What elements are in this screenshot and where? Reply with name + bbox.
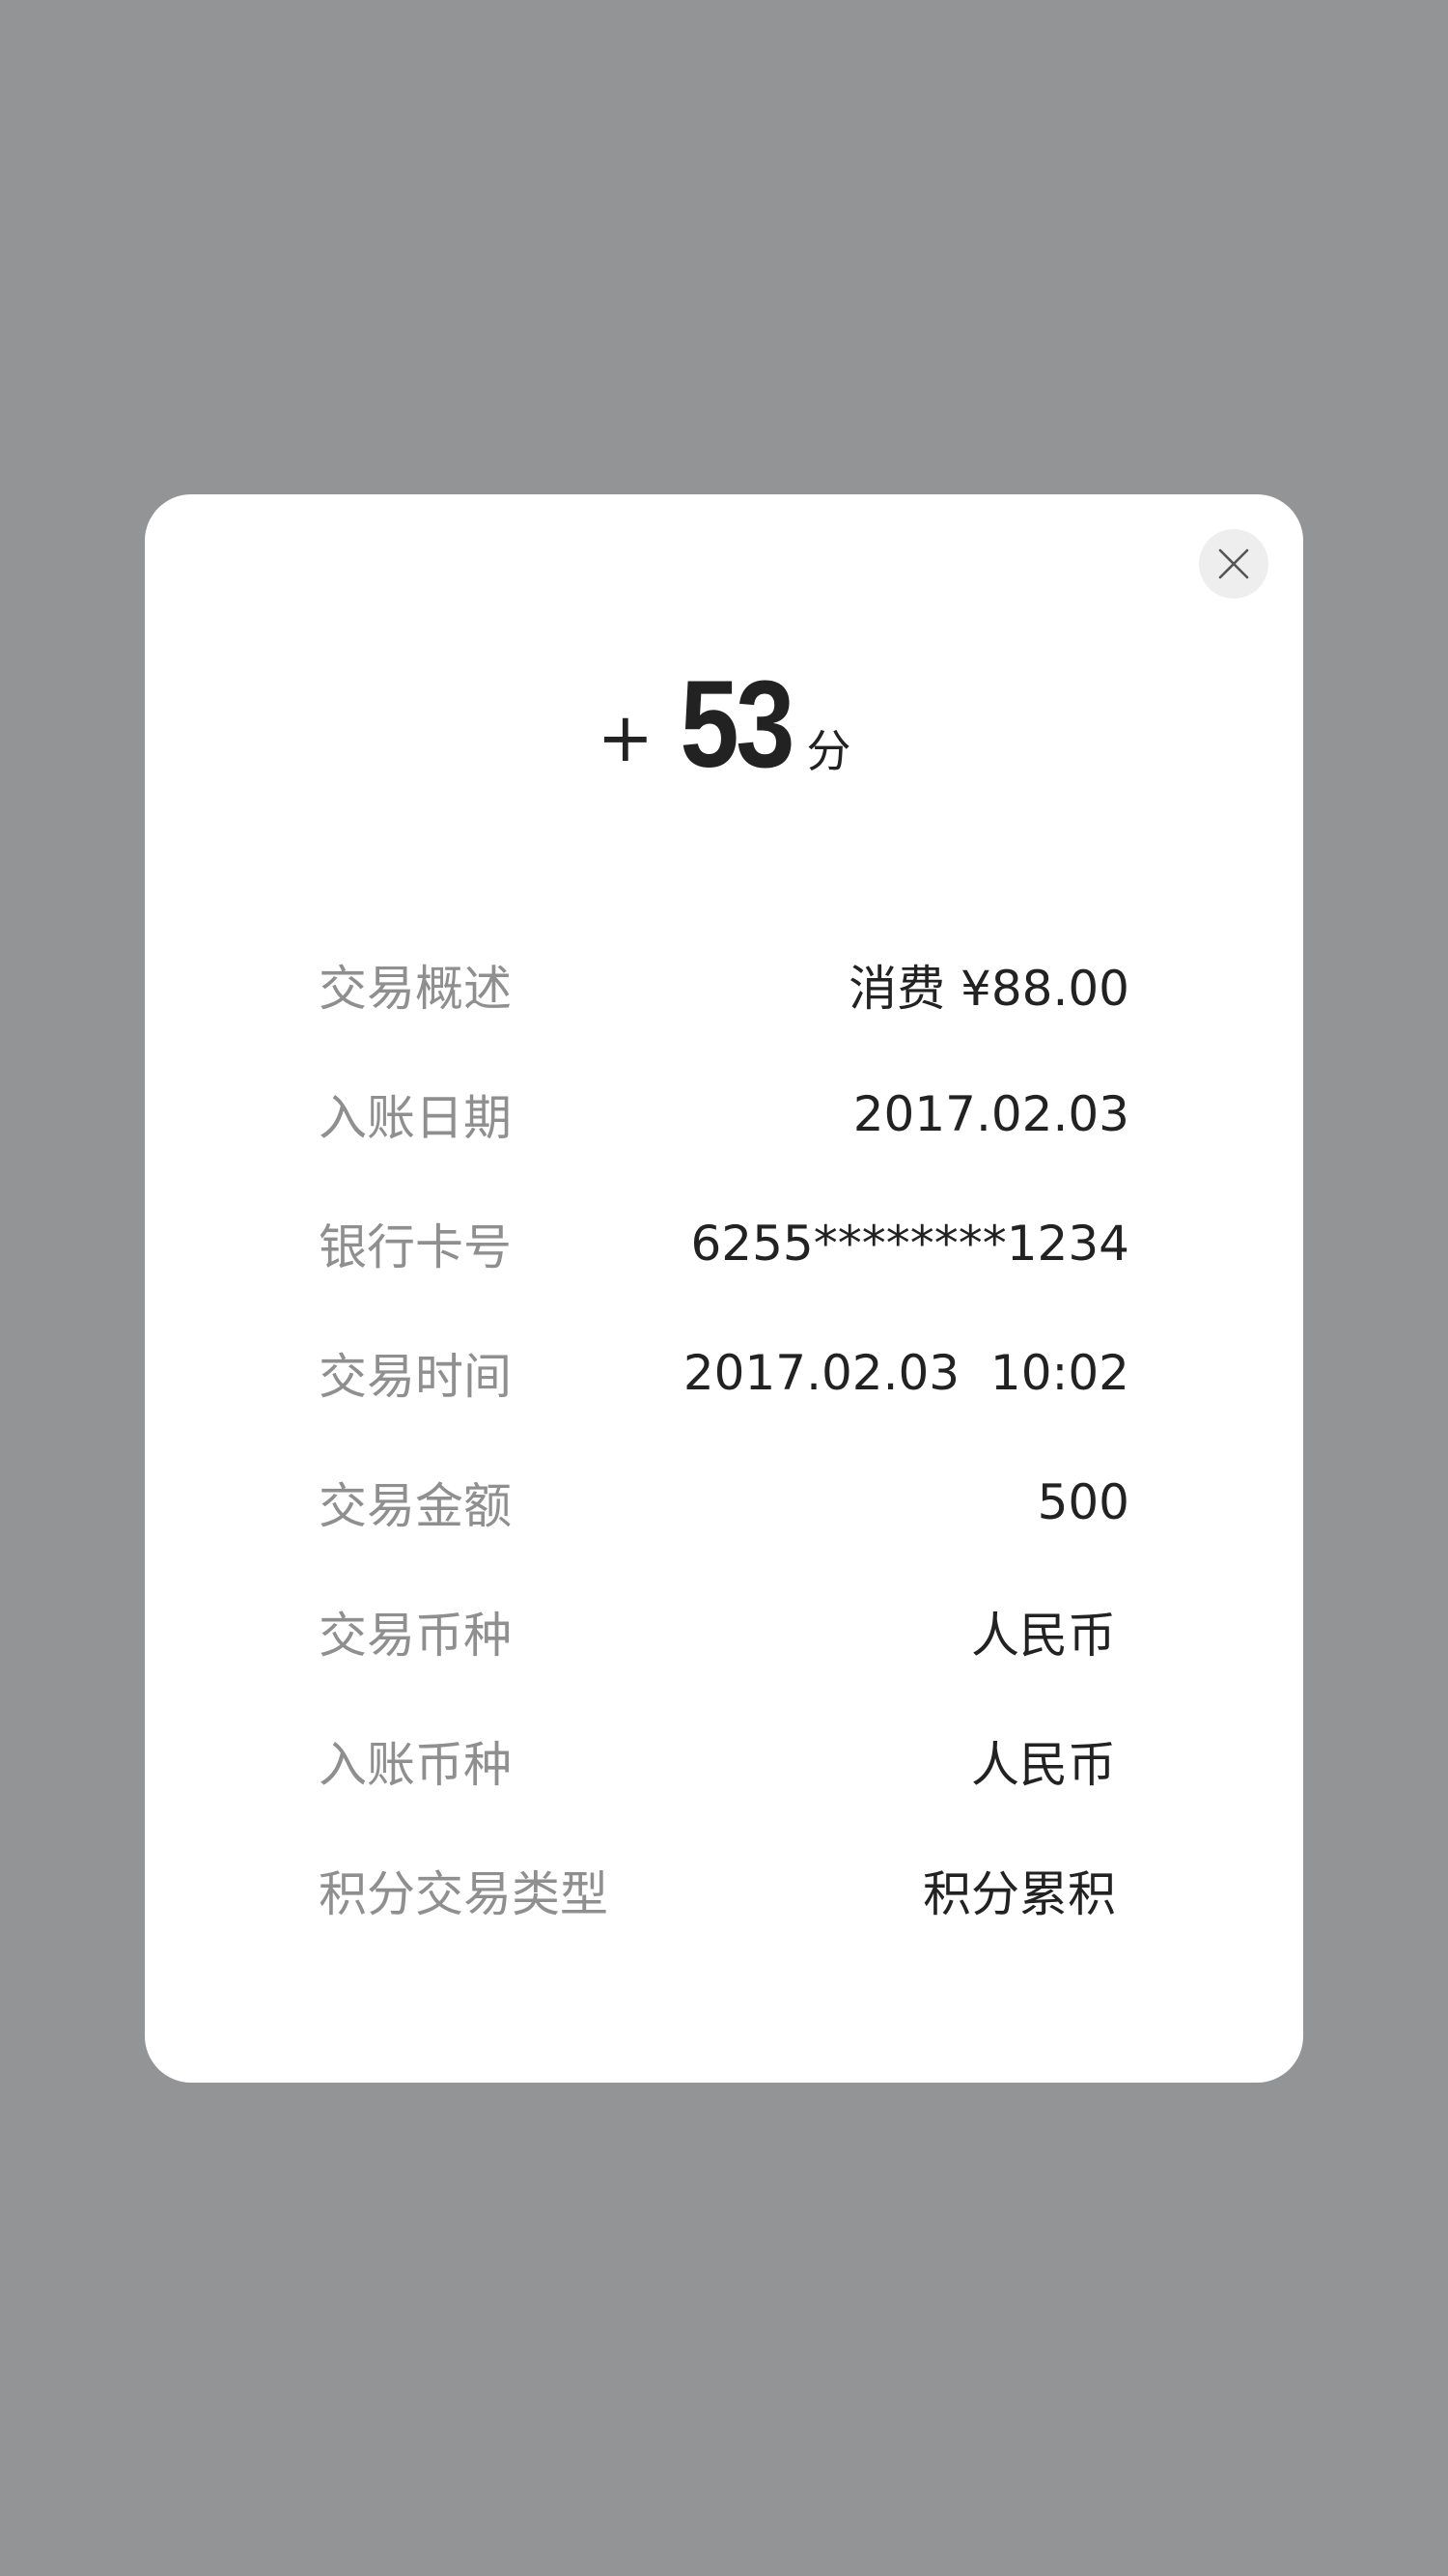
detail-row-summary: 交易概述 消费 ¥88.00	[319, 920, 1129, 1050]
detail-row-card-number: 银行卡号 6255********1234	[319, 1179, 1129, 1308]
detail-value: 2017.02.03	[852, 1086, 1129, 1142]
detail-row-points-type: 积分交易类型 积分累积	[319, 1826, 1129, 1955]
detail-label: 交易时间	[319, 1349, 512, 1405]
detail-row-posting-currency: 入账币种 人民币	[319, 1696, 1129, 1826]
detail-label: 交易币种	[319, 1608, 512, 1664]
detail-label: 入账日期	[319, 1090, 512, 1146]
detail-value: 积分累积	[923, 1866, 1116, 1922]
detail-value: 500	[1037, 1474, 1129, 1530]
points-value: 53	[680, 656, 795, 794]
detail-row-amount: 交易金额 500	[319, 1438, 1129, 1567]
transaction-details-list: 交易概述 消费 ¥88.00 入账日期 2017.02.03 银行卡号 6255…	[319, 920, 1129, 1955]
detail-label: 入账币种	[319, 1737, 512, 1793]
detail-value: 6255********1234	[690, 1216, 1130, 1272]
detail-label: 积分交易类型	[319, 1866, 608, 1922]
points-detail-dialog: + 53 分 交易概述 消费 ¥88.00 入账日期 2017.02.03 银行…	[145, 494, 1303, 2083]
detail-label: 交易金额	[319, 1478, 512, 1534]
detail-value: 2017.02.03 10:02	[682, 1345, 1129, 1401]
detail-value: 人民币	[971, 1608, 1116, 1664]
detail-row-transaction-time: 交易时间 2017.02.03 10:02	[319, 1308, 1129, 1438]
detail-row-transaction-currency: 交易币种 人民币	[319, 1567, 1129, 1696]
detail-value: 消费 ¥88.00	[849, 961, 1129, 1017]
detail-row-posting-date: 入账日期 2017.02.03	[319, 1050, 1129, 1179]
close-button[interactable]	[1199, 529, 1268, 599]
detail-value: 人民币	[971, 1737, 1116, 1793]
close-icon	[1218, 548, 1249, 579]
points-earned: + 53 分	[145, 663, 1303, 787]
points-unit: 分	[806, 725, 851, 777]
points-sign: +	[597, 698, 654, 777]
detail-label: 交易概述	[319, 961, 512, 1017]
detail-label: 银行卡号	[319, 1219, 512, 1275]
